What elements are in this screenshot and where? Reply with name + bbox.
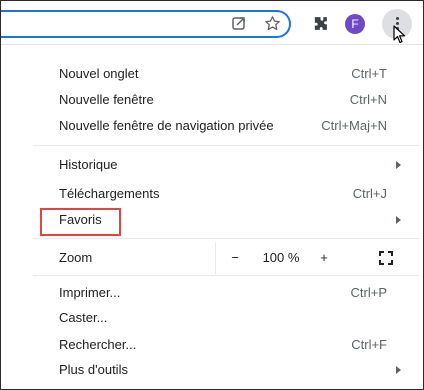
submenu-arrow-icon <box>396 161 401 169</box>
zoom-in-button[interactable]: + <box>318 246 330 270</box>
avatar[interactable]: F <box>345 14 365 34</box>
star-icon[interactable] <box>262 13 282 33</box>
zoom-level: 100 % <box>262 250 300 265</box>
menu-item-shortcut: Ctrl+J <box>352 186 387 201</box>
menu-item-label: Nouvelle fenêtre de navigation privée <box>59 118 274 133</box>
zoom-out-button[interactable]: − <box>229 246 241 270</box>
annotation-highlight-box <box>40 208 121 236</box>
menu-item-downloads[interactable]: Téléchargements Ctrl+J <box>33 182 419 206</box>
share-icon[interactable] <box>229 13 249 33</box>
mouse-cursor-icon <box>393 25 406 44</box>
menu-item-shortcut: Ctrl+F <box>351 337 387 352</box>
browser-window: F Nouvel onglet Ctrl+T Nouvelle fenêtre … <box>0 0 424 390</box>
menu-item-more-tools[interactable]: Plus d'outils <box>33 358 419 382</box>
zoom-controls: Zoom − 100 % + <box>33 242 419 274</box>
menu-separator <box>33 145 419 146</box>
submenu-arrow-icon <box>396 216 401 224</box>
browser-toolbar: F <box>1 1 423 45</box>
submenu-arrow-icon <box>396 366 401 374</box>
menu-item-label: Nouvel onglet <box>59 66 139 81</box>
menu-separator <box>33 238 419 239</box>
menu-item-shortcut: Ctrl+Maj+N <box>321 118 387 133</box>
menu-item-label: Caster... <box>59 310 108 325</box>
menu-item-new-tab[interactable]: Nouvel onglet Ctrl+T <box>33 62 419 86</box>
menu-separator <box>33 275 419 276</box>
fullscreen-icon[interactable] <box>379 251 393 265</box>
menu-item-history[interactable]: Historique <box>33 153 419 177</box>
menu-item-find[interactable]: Rechercher... Ctrl+F <box>33 333 419 357</box>
zoom-divider <box>215 242 216 274</box>
menu-item-label: Imprimer... <box>59 285 121 300</box>
menu-item-shortcut: Ctrl+N <box>349 92 387 107</box>
avatar-letter: F <box>351 17 359 31</box>
menu-item-label: Nouvelle fenêtre <box>59 92 154 107</box>
menu-item-label: Téléchargements <box>59 186 160 201</box>
zoom-label: Zoom <box>59 250 93 265</box>
menu-item-label: Rechercher... <box>59 337 137 352</box>
menu-item-shortcut: Ctrl+P <box>350 285 387 300</box>
menu-item-shortcut: Ctrl+T <box>351 66 387 81</box>
menu-item-print[interactable]: Imprimer... Ctrl+P <box>33 281 419 305</box>
menu-item-new-window[interactable]: Nouvelle fenêtre Ctrl+N <box>33 88 419 112</box>
extensions-icon[interactable] <box>310 13 330 33</box>
menu-item-incognito-window[interactable]: Nouvelle fenêtre de navigation privée Ct… <box>33 114 419 138</box>
menu-item-label: Historique <box>59 157 118 172</box>
menu-item-cast[interactable]: Caster... <box>33 306 419 330</box>
menu-item-label: Plus d'outils <box>59 362 128 377</box>
